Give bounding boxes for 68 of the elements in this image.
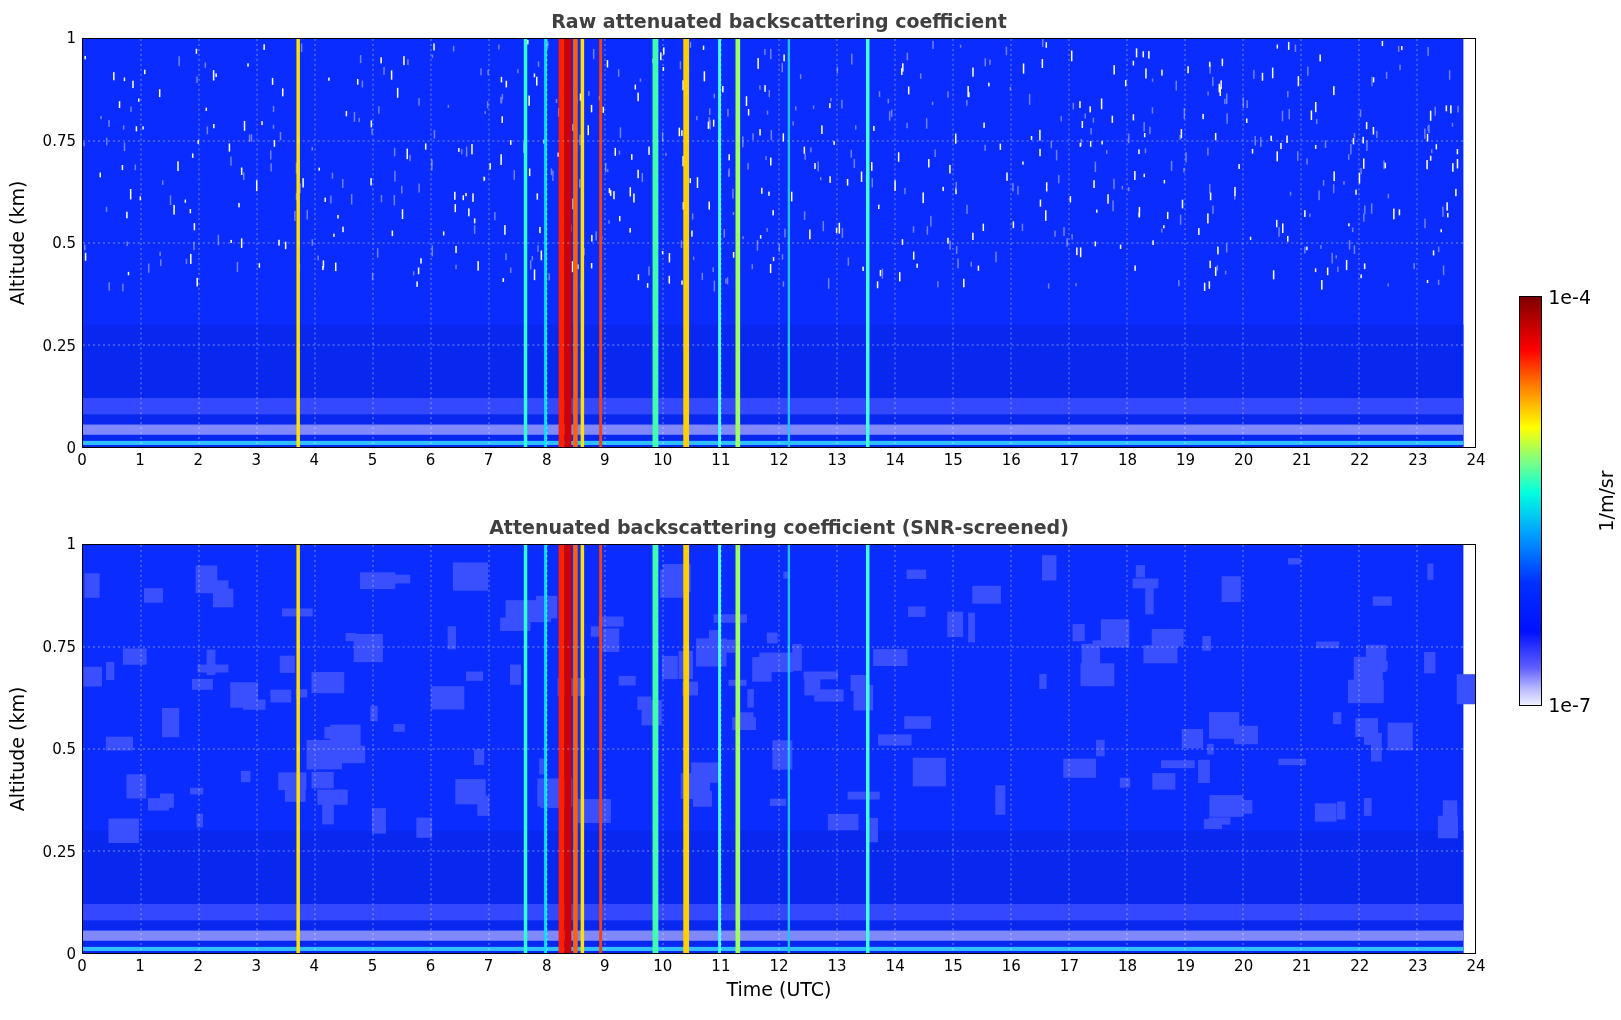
x-tick-label: 3	[251, 451, 261, 469]
x-tick-label: 10	[653, 957, 673, 975]
y-tick-label: 0	[66, 439, 76, 457]
x-tick-label: 3	[251, 957, 261, 975]
x-tick-label: 11	[711, 451, 731, 469]
x-tick-label: 19	[1176, 957, 1196, 975]
y-tick-label: 1	[66, 29, 76, 47]
chart-title: Raw attenuated backscattering coefficient	[550, 9, 1008, 34]
x-tick-label: 4	[309, 451, 320, 469]
x-tick-label: 24	[1466, 957, 1486, 975]
x-tick-label: 17	[1059, 957, 1079, 975]
y-tick-label: 0	[66, 945, 76, 963]
x-tick-label: 14	[885, 451, 905, 469]
x-tick-label: 13	[827, 451, 847, 469]
x-tick-label: 17	[1059, 451, 1079, 469]
y-tick-label: 0.75	[42, 637, 76, 656]
x-tick-label: 9	[600, 957, 610, 975]
x-tick-label: 24	[1466, 451, 1486, 469]
x-tick-label: 23	[1408, 451, 1428, 469]
y-tick-label: 0.25	[42, 842, 76, 861]
x-tick-label: 8	[541, 451, 552, 469]
y-axis-label: Altitude (km)	[6, 180, 28, 306]
x-tick-label: 7	[483, 957, 494, 975]
x-tick-label: 19	[1176, 451, 1196, 469]
x-axis-label: Time (UTC)	[726, 978, 832, 1000]
x-tick-label: 22	[1350, 451, 1370, 469]
x-tick-label: 12	[769, 451, 789, 469]
x-tick-label: 5	[367, 451, 378, 469]
x-tick-label: 13	[827, 957, 847, 975]
x-tick-label: 9	[600, 451, 610, 469]
y-tick-label: 0.5	[52, 740, 76, 758]
x-tick-label: 2	[193, 957, 203, 975]
y-tick-label: 1	[66, 535, 76, 553]
x-tick-label: 1	[135, 957, 145, 975]
x-tick-label: 6	[425, 957, 436, 975]
x-tick-label: 0	[77, 451, 87, 469]
x-tick-label: 8	[541, 957, 552, 975]
x-tick-label: 14	[885, 957, 905, 975]
colorbar-max-label: 1e-4	[1548, 286, 1591, 308]
x-tick-label: 5	[367, 957, 378, 975]
x-tick-label: 21	[1292, 451, 1312, 469]
y-axis-label: Altitude (km)	[6, 686, 28, 812]
x-tick-label: 11	[711, 957, 731, 975]
x-tick-label: 1	[135, 451, 145, 469]
x-tick-label: 12	[769, 957, 789, 975]
x-tick-label: 15	[943, 957, 963, 975]
x-tick-label: 20	[1234, 957, 1254, 975]
x-tick-label: 16	[1001, 957, 1021, 975]
x-tick-label: 21	[1292, 957, 1312, 975]
y-tick-label: 0.25	[42, 336, 76, 355]
x-tick-label: 20	[1234, 451, 1254, 469]
x-tick-label: 0	[77, 957, 87, 975]
x-tick-label: 4	[309, 957, 320, 975]
x-tick-label: 18	[1117, 957, 1138, 975]
x-tick-label: 22	[1350, 957, 1370, 975]
x-tick-label: 23	[1408, 957, 1428, 975]
chart-title: Attenuated backscattering coefficient (SNR-screened)	[488, 515, 1070, 540]
colorbar-unit-label: 1/m/sr	[1595, 470, 1617, 532]
x-tick-label: 6	[425, 451, 436, 469]
x-tick-label: 15	[943, 451, 963, 469]
x-tick-label: 16	[1001, 451, 1021, 469]
x-tick-label: 7	[483, 451, 494, 469]
colorbar-min-label: 1e-7	[1548, 694, 1591, 716]
x-tick-label: 18	[1117, 451, 1138, 469]
x-tick-label: 2	[193, 451, 203, 469]
y-tick-label: 0.5	[52, 234, 76, 252]
y-tick-label: 0.75	[42, 131, 76, 150]
x-tick-label: 10	[653, 451, 673, 469]
